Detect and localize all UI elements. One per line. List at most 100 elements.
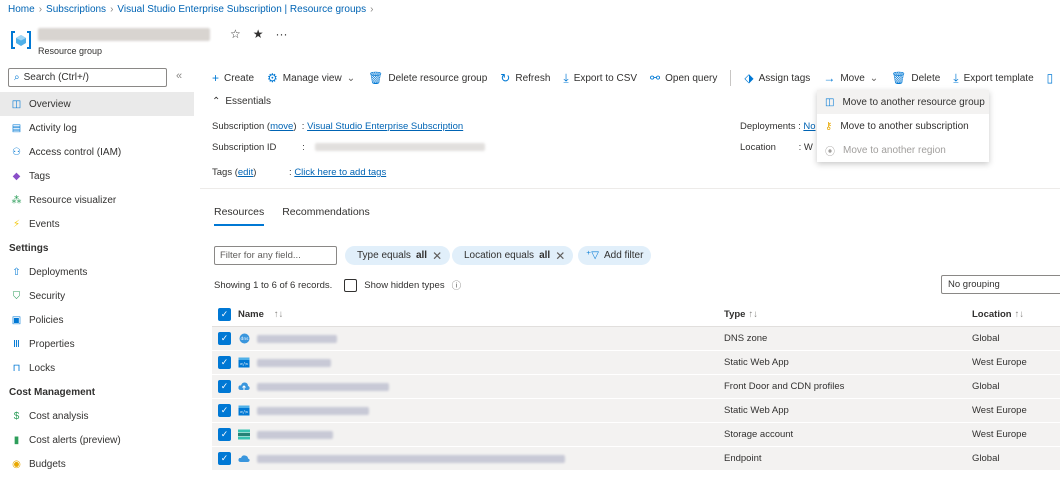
manage-view-button[interactable]: ⚙ Manage view ⌄	[267, 72, 355, 84]
sidebar-item-budgets[interactable]: ◉ Budgets	[0, 452, 194, 476]
table-header: ✓ Name ↑↓ Type ↑↓ Location ↑↓	[212, 303, 1060, 327]
breadcrumb-separator: ›	[110, 3, 114, 15]
move-to-subscription-item[interactable]: ⚷ Move to another subscription	[817, 114, 989, 138]
download-icon: ⤓	[563, 71, 569, 85]
export-csv-button[interactable]: ⤓ Export to CSV	[563, 72, 637, 84]
essentials-subscription: Subscription (move) : Visual Studio Ente…	[212, 121, 464, 132]
move-button[interactable]: → Move ⌄	[823, 72, 878, 84]
row-checkbox[interactable]: ✓	[218, 404, 231, 417]
close-icon[interactable]: ✕	[432, 249, 442, 263]
assign-tags-button[interactable]: ⬗ Assign tags	[744, 72, 810, 84]
column-type[interactable]: Type ↑↓	[724, 309, 972, 320]
sidebar-item-deployments[interactable]: ⇧ Deployments	[0, 260, 194, 284]
select-all-checkbox[interactable]: ✓	[218, 308, 231, 321]
resource-name-link-redacted[interactable]	[257, 358, 331, 367]
table-row[interactable]: ✓ </> Static Web App West Europe	[212, 351, 1060, 375]
breadcrumb-resource-groups[interactable]: Visual Studio Enterprise Subscription | …	[117, 4, 366, 15]
sidebar-item-activity-log[interactable]: ▤ Activity log	[0, 116, 194, 140]
essentials-toggle[interactable]: ⌃ Essentials	[212, 96, 271, 107]
subscription-move-link[interactable]: move	[270, 121, 293, 132]
row-checkbox[interactable]: ✓	[218, 452, 231, 465]
delete-resource-group-button[interactable]: 🗑 Delete resource group	[368, 72, 487, 84]
cell-location: West Europe	[972, 429, 1027, 440]
row-checkbox[interactable]: ✓	[218, 428, 231, 441]
export-template-button[interactable]: ⤓ Export template	[953, 72, 1033, 84]
breadcrumb-home[interactable]: Home	[8, 4, 35, 15]
resource-name-link-redacted[interactable]	[257, 382, 389, 391]
info-icon: ⓘ	[451, 281, 462, 292]
grouping-value: No grouping	[948, 279, 1000, 290]
sidebar-section-settings: Settings	[9, 242, 49, 254]
static-web-app-icon: </>	[238, 405, 250, 416]
move-to-resource-group-item[interactable]: ◫ Move to another resource group	[817, 90, 989, 114]
table-row[interactable]: ✓ </> Static Web App West Europe	[212, 399, 1060, 423]
menu-item-label: Move to another subscription	[840, 120, 969, 132]
type-filter-pill[interactable]: Type equals all ✕	[345, 246, 451, 265]
close-icon[interactable]: ✕	[555, 249, 565, 263]
sidebar-item-events[interactable]: ⚡ Events	[0, 212, 194, 236]
grouping-select[interactable]: No grouping	[941, 275, 1060, 294]
add-tags-link[interactable]: Click here to add tags	[294, 167, 386, 178]
delete-resource-group-label: Delete resource group	[388, 72, 488, 84]
sort-icon: ↑↓	[748, 309, 758, 320]
sidebar-item-iam[interactable]: ⚇ Access control (IAM)	[0, 140, 194, 164]
sidebar-item-cost-alerts[interactable]: ▮ Cost alerts (preview)	[0, 428, 194, 452]
row-checkbox[interactable]: ✓	[218, 332, 231, 345]
sidebar-item-label: Locks	[29, 362, 56, 374]
resource-name-link-redacted[interactable]	[257, 454, 565, 463]
sidebar-item-policies[interactable]: ▣ Policies	[0, 308, 194, 332]
resource-group-icon: ◫	[825, 96, 835, 108]
breadcrumb-subscriptions[interactable]: Subscriptions	[46, 4, 106, 15]
collapse-sidebar-button[interactable]: «	[176, 70, 182, 82]
move-label: Move	[840, 72, 865, 84]
records-summary: Showing 1 to 6 of 6 records.	[214, 279, 333, 291]
column-name[interactable]: ✓ Name ↑↓	[212, 308, 724, 321]
subscription-id-label: Subscription ID	[212, 142, 277, 153]
table-row[interactable]: ✓ dns DNS zone Global	[212, 327, 1060, 351]
add-filter-button[interactable]: ⁺▽ Add filter	[578, 246, 652, 265]
resource-name-link-redacted[interactable]	[257, 406, 369, 415]
feedback-icon[interactable]: ▯	[1047, 72, 1054, 84]
sidebar-item-locks[interactable]: ⊓ Locks	[0, 356, 194, 380]
cell-name: ✓ dns	[212, 332, 724, 345]
row-checkbox[interactable]: ✓	[218, 356, 231, 369]
table-row[interactable]: ✓ Endpoint Global	[212, 447, 1060, 471]
table-row[interactable]: ✓ Front Door and CDN profiles Global	[212, 375, 1060, 399]
sidebar-item-label: Cost analysis	[29, 410, 89, 422]
row-checkbox[interactable]: ✓	[218, 380, 231, 393]
cell-name: ✓ </>	[212, 404, 724, 417]
iam-icon: ⚇	[12, 146, 21, 158]
open-query-button[interactable]: ⚯ Open query	[650, 72, 717, 84]
resource-name-link-redacted[interactable]	[257, 334, 337, 343]
cell-type: Static Web App	[724, 357, 789, 368]
sidebar-item-tags[interactable]: ◆ Tags	[0, 164, 194, 188]
tags-edit-link[interactable]: edit	[238, 167, 253, 178]
essentials-subscription-id: Subscription ID :	[212, 142, 486, 153]
refresh-button[interactable]: ↻ Refresh	[500, 72, 550, 84]
shield-icon: ⛉	[12, 290, 21, 302]
location-filter-pill[interactable]: Location equals all ✕	[452, 246, 574, 265]
sidebar-item-cost-analysis[interactable]: $ Cost analysis	[0, 404, 194, 428]
pin-icon[interactable]: ☆	[230, 27, 241, 41]
open-query-label: Open query	[665, 72, 718, 84]
star-icon[interactable]: ★	[253, 27, 264, 41]
create-button[interactable]: + Create	[212, 72, 254, 84]
sidebar-item-properties[interactable]: Ⅲ Properties	[0, 332, 194, 356]
table-row[interactable]: ✓ Storage account West Europe	[212, 423, 1060, 447]
sidebar-item-overview[interactable]: ◫ Overview	[0, 92, 194, 116]
sidebar-search-input[interactable]: ⌕ Search (Ctrl+/)	[8, 68, 167, 87]
column-location[interactable]: Location ↑↓	[972, 309, 1060, 320]
sidebar-item-resource-visualizer[interactable]: ⁂ Resource visualizer	[0, 188, 194, 212]
location-label: Location	[740, 142, 776, 153]
filter-input[interactable]: Filter for any field...	[214, 246, 337, 265]
delete-button[interactable]: 🗑 Delete	[891, 72, 940, 84]
show-hidden-types-checkbox[interactable]: Show hidden types ⓘ	[344, 278, 461, 292]
tab-resources[interactable]: Resources	[214, 206, 265, 226]
deployments-link[interactable]: No	[803, 121, 815, 132]
chevron-down-icon: ⌄	[869, 72, 879, 84]
resource-name-link-redacted[interactable]	[257, 430, 333, 439]
more-actions-button[interactable]: ···	[276, 27, 288, 41]
subscription-link[interactable]: Visual Studio Enterprise Subscription	[307, 121, 463, 132]
tab-recommendations[interactable]: Recommendations	[282, 206, 370, 226]
sidebar-item-security[interactable]: ⛉ Security	[0, 284, 194, 308]
